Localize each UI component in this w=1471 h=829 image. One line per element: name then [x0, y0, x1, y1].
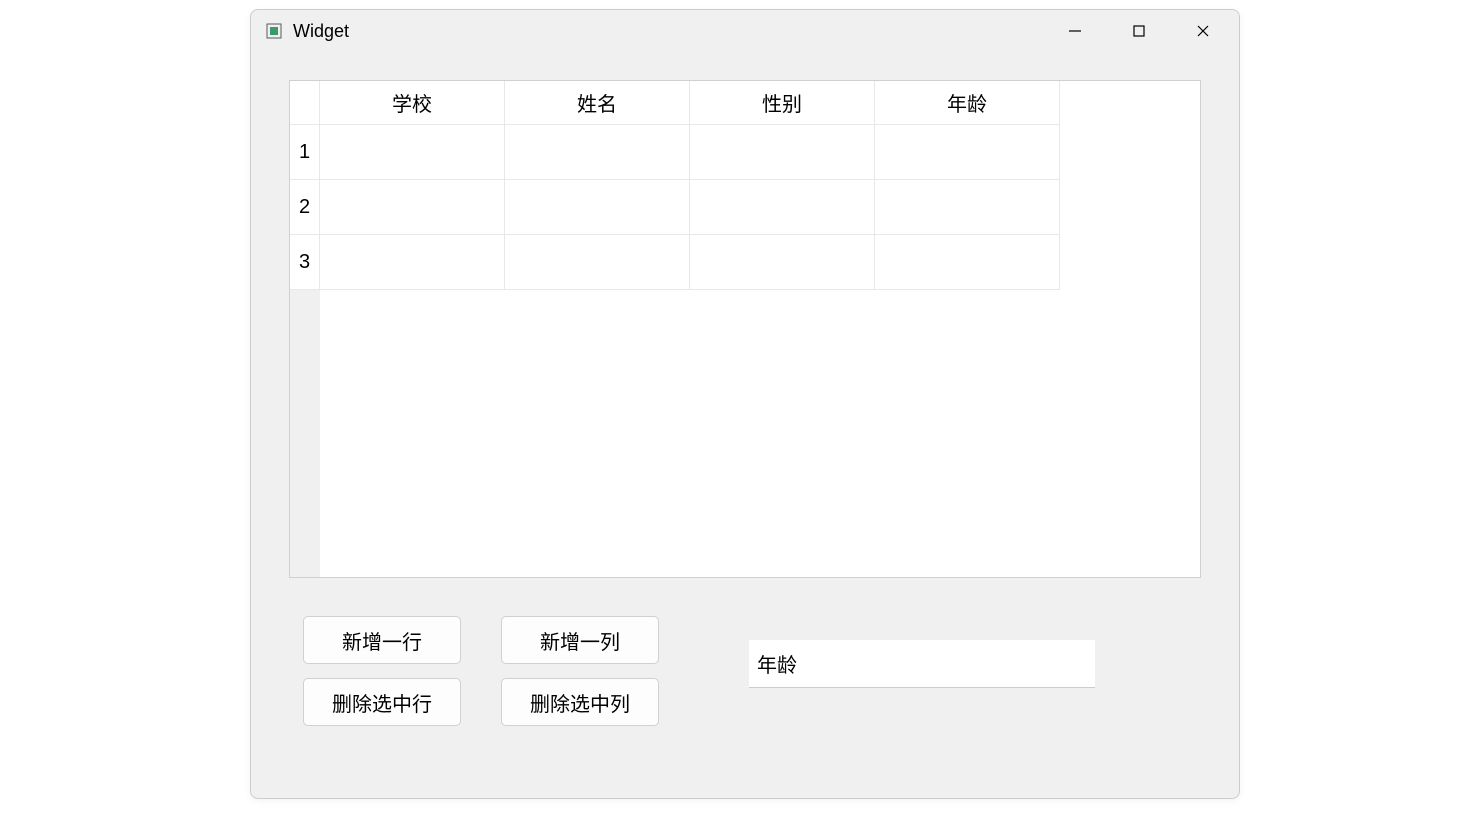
column-header[interactable]: 姓名: [505, 81, 690, 125]
table-cell[interactable]: [875, 125, 1060, 180]
maximize-button[interactable]: [1107, 11, 1171, 51]
table-corner[interactable]: [290, 81, 320, 125]
table-cell[interactable]: [505, 125, 690, 180]
row-header[interactable]: 3: [290, 235, 320, 290]
table-empty-area: [1060, 81, 1200, 125]
table-empty-area: [320, 290, 1200, 577]
row-header[interactable]: 2: [290, 180, 320, 235]
table-cell[interactable]: [875, 235, 1060, 290]
minimize-button[interactable]: [1043, 11, 1107, 51]
add-row-button[interactable]: 新增一行: [303, 616, 461, 664]
table-cell[interactable]: [690, 125, 875, 180]
titlebar[interactable]: Widget: [251, 10, 1239, 52]
column-header[interactable]: 性别: [690, 81, 875, 125]
table-cell[interactable]: [690, 180, 875, 235]
table-empty-area: [1060, 180, 1200, 235]
table-cell[interactable]: [690, 235, 875, 290]
table-cell[interactable]: [505, 180, 690, 235]
app-window: Widget: [250, 9, 1240, 799]
table-cell[interactable]: [320, 235, 505, 290]
delete-row-button[interactable]: 删除选中行: [303, 678, 461, 726]
column-name-input[interactable]: [749, 640, 1095, 688]
table-empty-area: [290, 290, 320, 577]
column-header[interactable]: 年龄: [875, 81, 1060, 125]
table-cell[interactable]: [320, 180, 505, 235]
app-icon: [265, 22, 283, 40]
data-table[interactable]: 学校 姓名 性别 年龄 1: [289, 80, 1201, 578]
table-cell[interactable]: [875, 180, 1060, 235]
column-header[interactable]: 学校: [320, 81, 505, 125]
delete-column-button[interactable]: 删除选中列: [501, 678, 659, 726]
table-empty-area: [1060, 235, 1200, 290]
table-cell[interactable]: [505, 235, 690, 290]
close-button[interactable]: [1171, 11, 1235, 51]
table-cell[interactable]: [320, 125, 505, 180]
add-column-button[interactable]: 新增一列: [501, 616, 659, 664]
table-empty-area: [1060, 125, 1200, 180]
window-title: Widget: [293, 21, 1043, 42]
row-header[interactable]: 1: [290, 125, 320, 180]
